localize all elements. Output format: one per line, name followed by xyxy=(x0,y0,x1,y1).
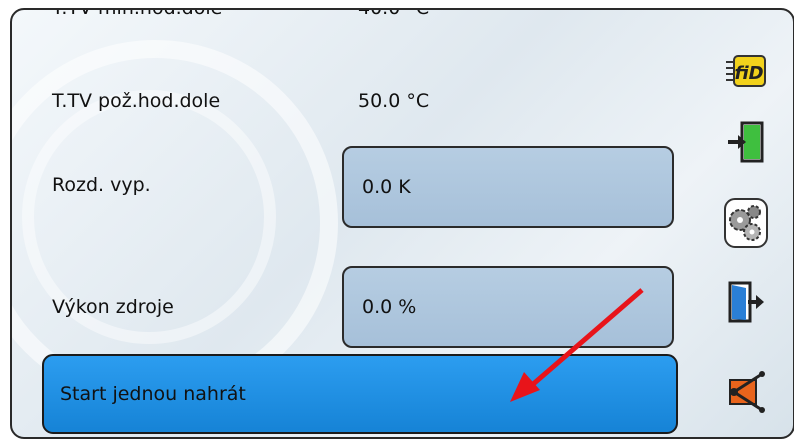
row-value-top: 40.0 °C xyxy=(358,8,430,19)
login-door-icon[interactable] xyxy=(724,120,768,164)
network-tool-icon[interactable] xyxy=(724,370,768,414)
gears-icon[interactable] xyxy=(724,198,768,248)
svg-text:fiD: fiD xyxy=(734,63,763,84)
row-label-top: T.TV min.hod.dole xyxy=(52,8,223,19)
row-label-source-power: Výkon zdroje xyxy=(52,296,174,318)
row-label-switch-diff: Rozd. vyp. xyxy=(52,174,151,196)
controller-screen: T.TV min.hod.dole 40.0 °C T.TV pož.hod.d… xyxy=(10,8,794,439)
start-button-label: Start jednou nahrát xyxy=(60,383,246,405)
logout-door-icon[interactable] xyxy=(724,280,768,324)
annotation-arrow xyxy=(510,288,644,402)
row-label-target-temp: T.TV pož.hod.dole xyxy=(52,90,221,112)
row-value-target-temp: 50.0 °C xyxy=(358,90,430,112)
fid-icon[interactable]: fiD xyxy=(724,50,768,94)
switch-diff-field[interactable]: 0.0 K xyxy=(342,146,674,228)
switch-diff-value: 0.0 K xyxy=(362,176,411,198)
source-power-value: 0.0 % xyxy=(362,296,417,318)
